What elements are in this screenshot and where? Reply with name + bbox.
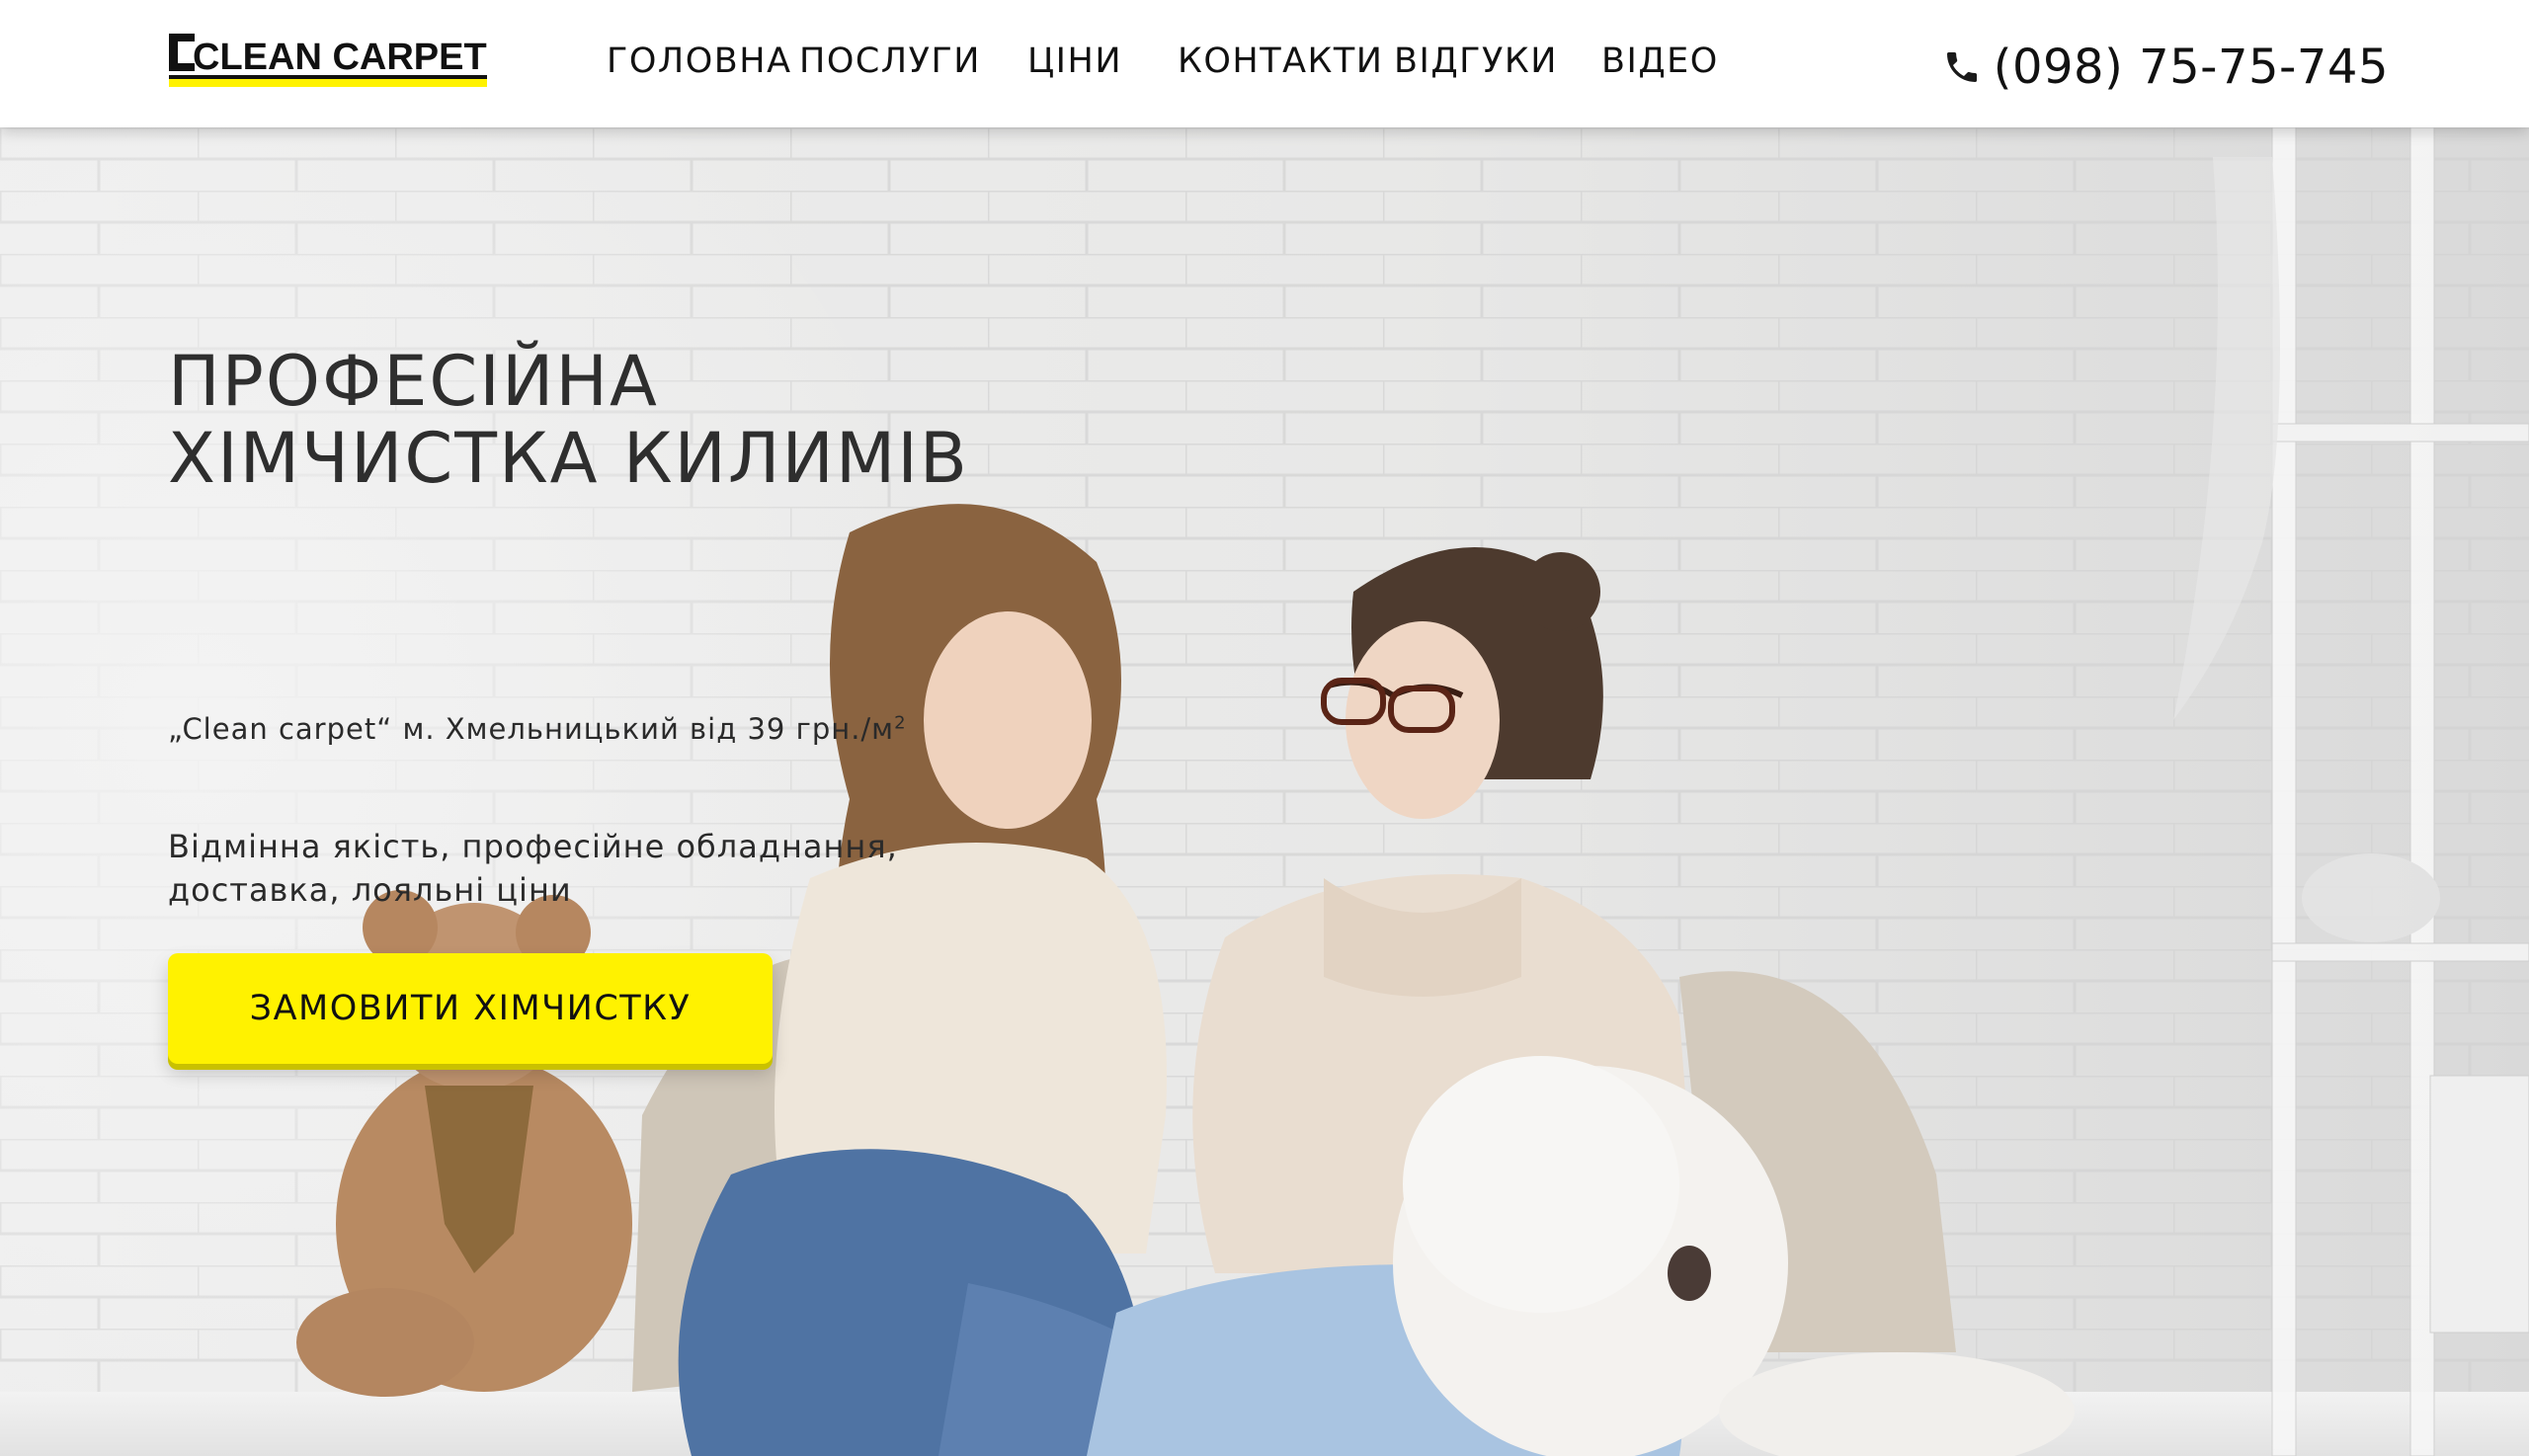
phone-icon bbox=[1946, 52, 1977, 82]
hero-desc-line1: Відмінна якість, професійне обладнання, bbox=[168, 828, 898, 865]
hero-background-photo bbox=[0, 127, 2529, 1456]
nav-item-prices[interactable]: ЦІНИ bbox=[1027, 40, 1122, 83]
hero-subtitle-text: „Clean carpet“ м. Хмельницький від 39 гр… bbox=[168, 712, 895, 746]
nav-item-services[interactable]: ПОСЛУГИ bbox=[799, 40, 981, 83]
nav-item-reviews[interactable]: ВІДГУКИ bbox=[1394, 40, 1558, 83]
hero-section: ПРОФЕСІЙНА ХІМЧИСТКА КИЛИМІВ „Clean carp… bbox=[0, 127, 2529, 1456]
hero-title-line2: ХІМЧИСТКА КИЛИМІВ bbox=[168, 418, 969, 499]
nav-item-video[interactable]: ВІДЕО bbox=[1601, 40, 1719, 83]
hero-desc-line2: доставка, лояльні ціни bbox=[168, 871, 572, 909]
hero-subtitle-sup: 2 bbox=[894, 712, 907, 734]
hero-title-line1: ПРОФЕСІЙНА bbox=[168, 341, 659, 422]
phone-link[interactable]: (098) 75-75-745 bbox=[1942, 38, 2389, 97]
hero-title: ПРОФЕСІЙНА ХІМЧИСТКА КИЛИМІВ bbox=[168, 343, 969, 497]
phone-number: (098) 75-75-745 bbox=[1993, 40, 2389, 95]
nav-item-home[interactable]: ГОЛОВНА bbox=[607, 40, 792, 83]
nav-item-contacts[interactable]: КОНТАКТИ bbox=[1178, 40, 1383, 83]
hero-description: Відмінна якість, професійне обладнання, … bbox=[168, 825, 919, 912]
order-cleaning-button[interactable]: ЗАМОВИТИ ХІМЧИСТКУ bbox=[168, 953, 773, 1064]
hero-subtitle: „Clean carpet“ м. Хмельницький від 39 гр… bbox=[168, 712, 907, 746]
site-header: CLEAN CARPET ГОЛОВНА ПОСЛУГИ ЦІНИ КОНТАК… bbox=[0, 0, 2529, 127]
